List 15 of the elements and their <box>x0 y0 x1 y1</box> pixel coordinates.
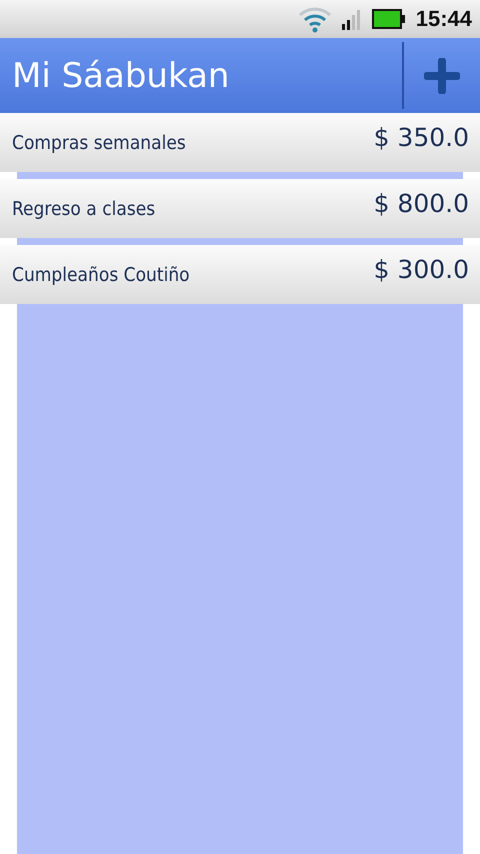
item-name: Cumpleaños Coutiño <box>12 264 190 286</box>
item-name: Regreso a clases <box>12 198 156 220</box>
list-item[interactable]: Compras semanales $ 350.0 <box>0 113 480 172</box>
item-amount: $ 300.0 <box>374 255 469 284</box>
app-title: Mi Sáabukan <box>11 54 230 98</box>
item-amount: $ 800.0 <box>374 189 469 218</box>
item-name: Compras semanales <box>12 132 186 154</box>
wifi-icon <box>298 5 332 33</box>
signal-icon <box>342 8 362 30</box>
item-amount: $ 350.0 <box>374 123 469 152</box>
plus-icon <box>424 58 460 94</box>
battery-icon <box>372 9 406 29</box>
list-item[interactable]: Cumpleaños Coutiño $ 300.0 <box>0 245 480 304</box>
list-item[interactable]: Regreso a clases $ 800.0 <box>0 179 480 238</box>
status-time: 15:44 <box>416 6 472 32</box>
